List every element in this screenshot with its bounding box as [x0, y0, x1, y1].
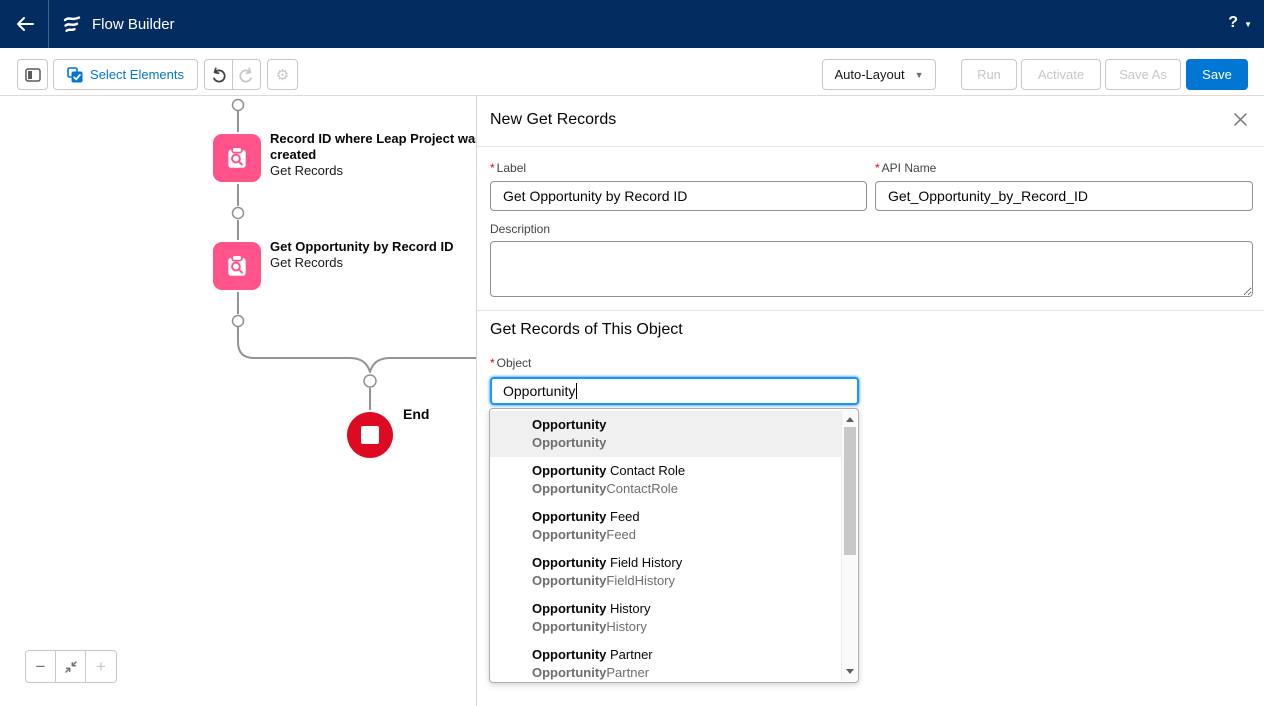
- option-api-name: Opportunity: [532, 619, 606, 634]
- description-textarea[interactable]: [490, 241, 1253, 297]
- option-label: Opportunity: [532, 647, 606, 662]
- activate-label: Activate: [1038, 67, 1084, 82]
- new-get-records-panel: New Get Records *Label *API Name Descrip…: [476, 96, 1264, 706]
- get-records-icon: [224, 145, 250, 171]
- node-title: Get Opportunity by Record ID: [270, 239, 453, 255]
- end-node[interactable]: [347, 412, 393, 458]
- save-as-button[interactable]: Save As: [1105, 59, 1181, 90]
- object-field-label: *Object: [490, 356, 531, 370]
- required-marker: *: [490, 356, 495, 370]
- zoom-controls: − +: [25, 650, 117, 683]
- get-records-node-1[interactable]: [213, 134, 261, 182]
- app-header: Flow Builder ? ▼: [0, 0, 1264, 48]
- scrollbar-thumb[interactable]: [844, 427, 856, 555]
- gear-icon: ⚙: [276, 66, 289, 84]
- app-title: Flow Builder: [92, 16, 175, 33]
- label-field-label: *Label: [490, 161, 526, 175]
- help-menu[interactable]: ?: [1228, 14, 1238, 32]
- flow-toolbar: Select Elements ⚙ Auto-Layout ▼ Run Acti…: [0, 48, 1264, 96]
- get-records-icon: [224, 253, 250, 279]
- flow-builder-logo-icon: [62, 13, 84, 35]
- object-suggestions-dropdown: Opportunity Opportunity Opportunity Cont…: [489, 408, 859, 683]
- node-title: Record ID where Leap Project was: [270, 131, 482, 147]
- panel-toggle-icon: [25, 68, 41, 82]
- panel-title: New Get Records: [490, 111, 616, 129]
- text-cursor: [576, 383, 577, 399]
- object-option-opportunity-history[interactable]: Opportunity History OpportunityHistory: [490, 595, 843, 641]
- fit-to-view-icon: [64, 660, 78, 674]
- option-api-name: Opportunity: [532, 573, 606, 588]
- flow-settings-button[interactable]: ⚙: [267, 59, 298, 90]
- required-marker: *: [490, 161, 495, 175]
- scroll-up-arrow-icon[interactable]: [846, 417, 854, 422]
- redo-icon: [238, 67, 255, 83]
- save-as-label: Save As: [1119, 67, 1167, 82]
- option-api-name: Opportunity: [532, 481, 606, 496]
- back-button[interactable]: [12, 12, 38, 36]
- end-node-label: End: [403, 406, 429, 422]
- panel-header-divider: [477, 146, 1264, 147]
- help-caret-icon[interactable]: ▼: [1244, 20, 1252, 29]
- select-elements-button[interactable]: Select Elements: [53, 59, 198, 90]
- close-panel-button[interactable]: [1233, 112, 1251, 130]
- save-label: Save: [1202, 67, 1232, 82]
- dropdown-scrollbar[interactable]: [841, 410, 857, 681]
- zoom-out-button[interactable]: −: [26, 651, 56, 682]
- header-divider: [48, 0, 49, 48]
- option-api-name: Opportunity: [532, 665, 606, 680]
- select-elements-label: Select Elements: [90, 67, 184, 82]
- option-label: Opportunity: [532, 417, 606, 432]
- get-records-node-1-text: Record ID where Leap Project was created…: [270, 131, 482, 179]
- undo-icon: [210, 67, 227, 83]
- layout-mode-label: Auto-Layout: [834, 67, 904, 82]
- object-option-opportunity-field-history[interactable]: Opportunity Field History OpportunityFie…: [490, 549, 843, 595]
- get-records-node-2-text: Get Opportunity by Record ID Get Records: [270, 239, 453, 271]
- run-label: Run: [977, 67, 1001, 82]
- left-arrow-icon: [15, 16, 35, 32]
- undo-redo-group: [204, 59, 261, 90]
- option-label: Opportunity: [532, 601, 606, 616]
- object-input-value: Opportunity: [503, 383, 575, 399]
- panel-section-divider: [477, 310, 1264, 311]
- run-button[interactable]: Run: [961, 59, 1017, 90]
- api-name-input[interactable]: [875, 181, 1253, 211]
- toggle-toolbox-button[interactable]: [17, 59, 48, 90]
- option-label: Opportunity: [532, 555, 606, 570]
- api-name-field-label: *API Name: [875, 161, 936, 175]
- label-input[interactable]: [490, 181, 867, 211]
- option-api-name: Opportunity: [532, 527, 606, 542]
- object-suggestions-list: Opportunity Opportunity Opportunity Cont…: [490, 411, 843, 683]
- activate-button[interactable]: Activate: [1021, 59, 1101, 90]
- required-marker: *: [875, 161, 880, 175]
- object-option-opportunity-feed[interactable]: Opportunity Feed OpportunityFeed: [490, 503, 843, 549]
- fit-to-view-button[interactable]: [56, 651, 86, 682]
- get-records-node-2[interactable]: [213, 242, 261, 290]
- node-subtitle: Get Records: [270, 255, 453, 271]
- end-icon: [347, 412, 393, 458]
- option-api-name: Opportunity: [532, 435, 606, 450]
- object-option-opportunity-contact-role[interactable]: Opportunity Contact Role OpportunityCont…: [490, 457, 843, 503]
- object-input[interactable]: Opportunity: [490, 377, 859, 405]
- multi-select-checkbox-icon: [67, 67, 83, 83]
- description-field-label: Description: [490, 222, 550, 236]
- save-button[interactable]: Save: [1186, 59, 1248, 90]
- object-option-opportunity[interactable]: Opportunity Opportunity: [490, 411, 843, 457]
- object-option-opportunity-partner[interactable]: Opportunity Partner OpportunityPartner: [490, 641, 843, 683]
- scroll-down-arrow-icon[interactable]: [846, 669, 854, 674]
- close-icon: [1233, 112, 1248, 127]
- option-label: Opportunity: [532, 509, 606, 524]
- chevron-down-icon: ▼: [915, 70, 924, 80]
- redo-button[interactable]: [233, 60, 260, 89]
- option-label: Opportunity: [532, 463, 606, 478]
- undo-button[interactable]: [205, 60, 232, 89]
- layout-mode-dropdown[interactable]: Auto-Layout ▼: [822, 59, 936, 90]
- section-heading: Get Records of This Object: [490, 321, 683, 339]
- zoom-in-button[interactable]: +: [86, 651, 116, 682]
- node-subtitle: Get Records: [270, 163, 482, 179]
- node-title: created: [270, 147, 482, 163]
